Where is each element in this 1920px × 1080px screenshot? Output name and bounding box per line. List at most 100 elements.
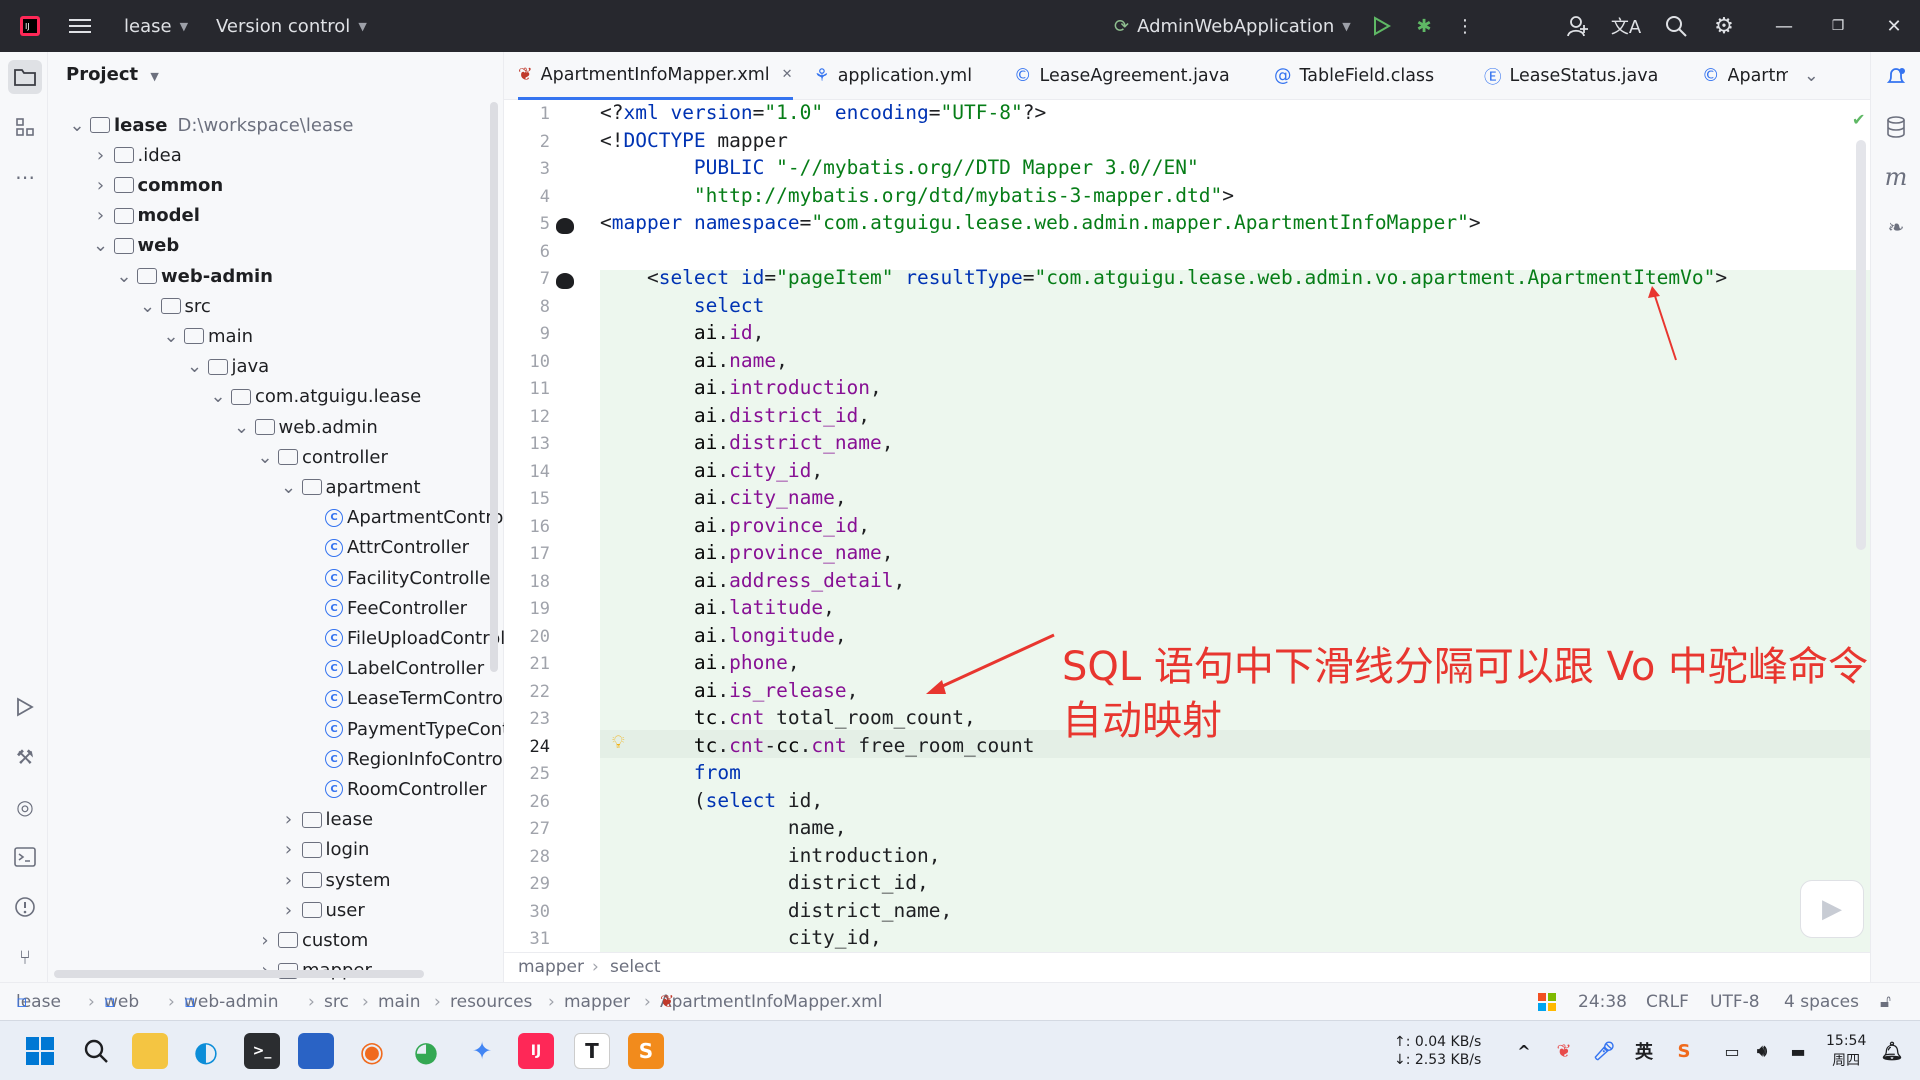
tree-item-paymenttypecont[interactable]: C PaymentTypeCont (303, 714, 509, 744)
tree-vertical-scrollbar[interactable] (490, 102, 498, 672)
tab-apartmentinfomapper-xml[interactable]: ❦ ApartmentInfoMapper.xml ✕ (518, 52, 793, 100)
colorful-app-icon[interactable]: ✦ (464, 1033, 500, 1069)
chevron-right-icon[interactable]: › (280, 809, 298, 830)
tree-item-main[interactable]: ⌄ main (162, 321, 253, 351)
battery-icon[interactable]: ▬ (1780, 1033, 1816, 1069)
project-switcher[interactable]: lease ▼ (124, 0, 188, 52)
tree-item-custom[interactable]: › custom (256, 925, 368, 955)
terminal-tool-icon[interactable] (8, 840, 42, 874)
structure-tool-icon[interactable] (8, 110, 42, 144)
notifications-bell-icon[interactable] (1879, 60, 1913, 94)
ubuntu-app-icon[interactable]: ◉ (354, 1033, 390, 1069)
chevron-down-icon[interactable]: ⌄ (139, 296, 157, 317)
caret-position[interactable]: 24:38 (1578, 983, 1627, 1021)
tray-chevron-up-icon[interactable]: ^ (1506, 1033, 1542, 1069)
tree-item-fileuploadcontroll[interactable]: C FileUploadControll (303, 623, 510, 653)
chevron-down-icon[interactable]: ⌄ (92, 235, 110, 256)
more-actions-icon[interactable]: ⋮ (1450, 0, 1480, 52)
code-editor[interactable]: 1 2 3 4 5 6 7 8 9 10 11 12 13 14 15 16 17 18 19 20 21 22 23 24 2… (504, 100, 1870, 952)
tree-item-apartmentcontroll[interactable]: C ApartmentControll (303, 503, 513, 533)
debug-icon[interactable]: ✱ (1406, 0, 1442, 52)
chevron-down-icon[interactable]: ⌄ (68, 115, 86, 136)
line-separator[interactable]: CRLF (1646, 983, 1689, 1021)
tree-item-user[interactable]: › user (280, 895, 365, 925)
nav-crumb-web-admin[interactable]: ▫ web-admin (184, 983, 279, 1021)
chevron-right-icon[interactable]: › (92, 205, 110, 226)
editor-scrollbar[interactable] (1856, 140, 1866, 550)
search-icon[interactable] (1658, 0, 1694, 52)
lock-icon[interactable]: 🔓︎ (1880, 983, 1891, 1021)
tab-tablefield-class[interactable]: @ TableField.class (1274, 52, 1434, 100)
chevron-right-icon[interactable]: › (280, 870, 298, 891)
minimize-icon[interactable]: — (1766, 0, 1802, 52)
tree-item-regioninfocontroll[interactable]: C RegionInfoControll (303, 744, 513, 774)
version-control-menu[interactable]: Version control ▼ (216, 0, 367, 52)
store-app-icon[interactable] (298, 1033, 334, 1069)
tabs-overflow-chevron-icon[interactable]: ⌄ (1804, 52, 1819, 100)
maven-tool-icon[interactable]: m (1879, 160, 1913, 194)
nav-crumb-main[interactable]: main (378, 983, 420, 1021)
tree-item-attrcontroller[interactable]: C AttrController (303, 533, 469, 563)
chevron-down-icon[interactable]: ⌄ (115, 266, 133, 287)
breadcrumb-select[interactable]: select (610, 957, 661, 977)
chevron-down-icon[interactable]: ⌄ (280, 477, 298, 498)
notification-center-icon[interactable]: 🔔︎ (1874, 1033, 1910, 1069)
main-menu-icon[interactable] (62, 0, 98, 52)
tree-item-web[interactable]: ⌄ web (92, 231, 179, 261)
more-tools-icon[interactable]: ⋯ (8, 160, 42, 194)
leaf-tool-icon[interactable]: ❧ (1879, 210, 1913, 244)
inspection-ok-icon[interactable]: ✔ (1852, 110, 1865, 129)
breadcrumb-mapper[interactable]: mapper (518, 957, 584, 977)
database-tool-icon[interactable] (1879, 110, 1913, 144)
nav-crumb-web[interactable]: ▫ web (104, 983, 139, 1021)
tree-item-model[interactable]: › model (92, 201, 200, 231)
chevron-down-icon[interactable]: ⌄ (256, 447, 274, 468)
tree-item-com-atguigu-lease[interactable]: ⌄ com.atguigu.lease (209, 382, 421, 412)
tray-app-icon[interactable]: ❦ (1546, 1033, 1582, 1069)
nav-crumb-src[interactable]: src (324, 983, 349, 1021)
sublime-text-icon[interactable]: S (628, 1033, 664, 1069)
run-tool-icon[interactable] (8, 690, 42, 724)
intellij-taskbar-icon[interactable]: IJ (518, 1033, 554, 1069)
taskbar-search-icon[interactable] (78, 1033, 114, 1069)
tab-leasestatus-java[interactable]: Ⓔ LeaseStatus.java (1484, 52, 1658, 100)
chevron-down-icon[interactable]: ⌄ (186, 356, 204, 377)
tree-item-src[interactable]: ⌄ src (139, 291, 211, 321)
build-tool-icon[interactable]: ⚒ (8, 740, 42, 774)
tree-item-java[interactable]: ⌄ java (186, 352, 269, 382)
settings-gear-icon[interactable]: ⚙ (1706, 0, 1742, 52)
nav-crumb-resources[interactable]: resources (450, 983, 532, 1021)
nav-crumb-lease[interactable]: ▫ lease (16, 983, 61, 1021)
terminal-app-icon[interactable]: >_ (244, 1033, 280, 1069)
intellij-logo-icon[interactable]: IJ (12, 0, 48, 52)
tree-item-apartment[interactable]: ⌄ apartment (280, 472, 421, 502)
chevron-down-icon[interactable]: ⌄ (233, 417, 251, 438)
typora-app-icon[interactable]: T (574, 1033, 610, 1069)
translate-icon[interactable]: 文A (1608, 0, 1644, 52)
file-encoding[interactable]: UTF-8 (1710, 983, 1760, 1021)
tree-item--idea[interactable]: › .idea (92, 140, 182, 170)
restore-icon[interactable]: ❐ (1820, 0, 1856, 52)
tree-item-feecontroller[interactable]: C FeeController (303, 593, 467, 623)
indent-setting[interactable]: 4 spaces (1784, 983, 1859, 1021)
sogou-ime-icon[interactable]: S (1666, 1033, 1702, 1069)
nav-crumb-mapper[interactable]: mapper (564, 983, 630, 1021)
problems-tool-icon[interactable] (8, 890, 42, 924)
tree-item-web-admin[interactable]: ⌄ web.admin (233, 412, 378, 442)
close-tab-icon[interactable]: ✕ (782, 67, 793, 82)
chrome-browser-icon[interactable]: ◕ (408, 1033, 444, 1069)
tab-application-yml[interactable]: ⚘ application.yml (814, 52, 972, 100)
volume-icon[interactable]: 🔊︎ (1744, 1033, 1780, 1069)
tree-item-web-admin[interactable]: ⌄ web-admin (115, 261, 273, 291)
tree-item-system[interactable]: › system (280, 865, 391, 895)
microphone-icon[interactable]: 🎤︎ (1586, 1033, 1622, 1069)
tree-item-facilitycontroller[interactable]: C FacilityController (303, 563, 498, 593)
project-tool-icon[interactable] (8, 60, 42, 94)
chevron-right-icon[interactable]: › (256, 930, 274, 951)
file-explorer-icon[interactable] (132, 1033, 168, 1069)
clock[interactable]: 15:54 周四 (1826, 1031, 1866, 1071)
run-icon[interactable] (1364, 0, 1400, 52)
edge-browser-icon[interactable]: ◐ (188, 1033, 224, 1069)
chevron-right-icon[interactable]: › (92, 145, 110, 166)
tree-item-roomcontroller[interactable]: C RoomController (303, 774, 487, 804)
